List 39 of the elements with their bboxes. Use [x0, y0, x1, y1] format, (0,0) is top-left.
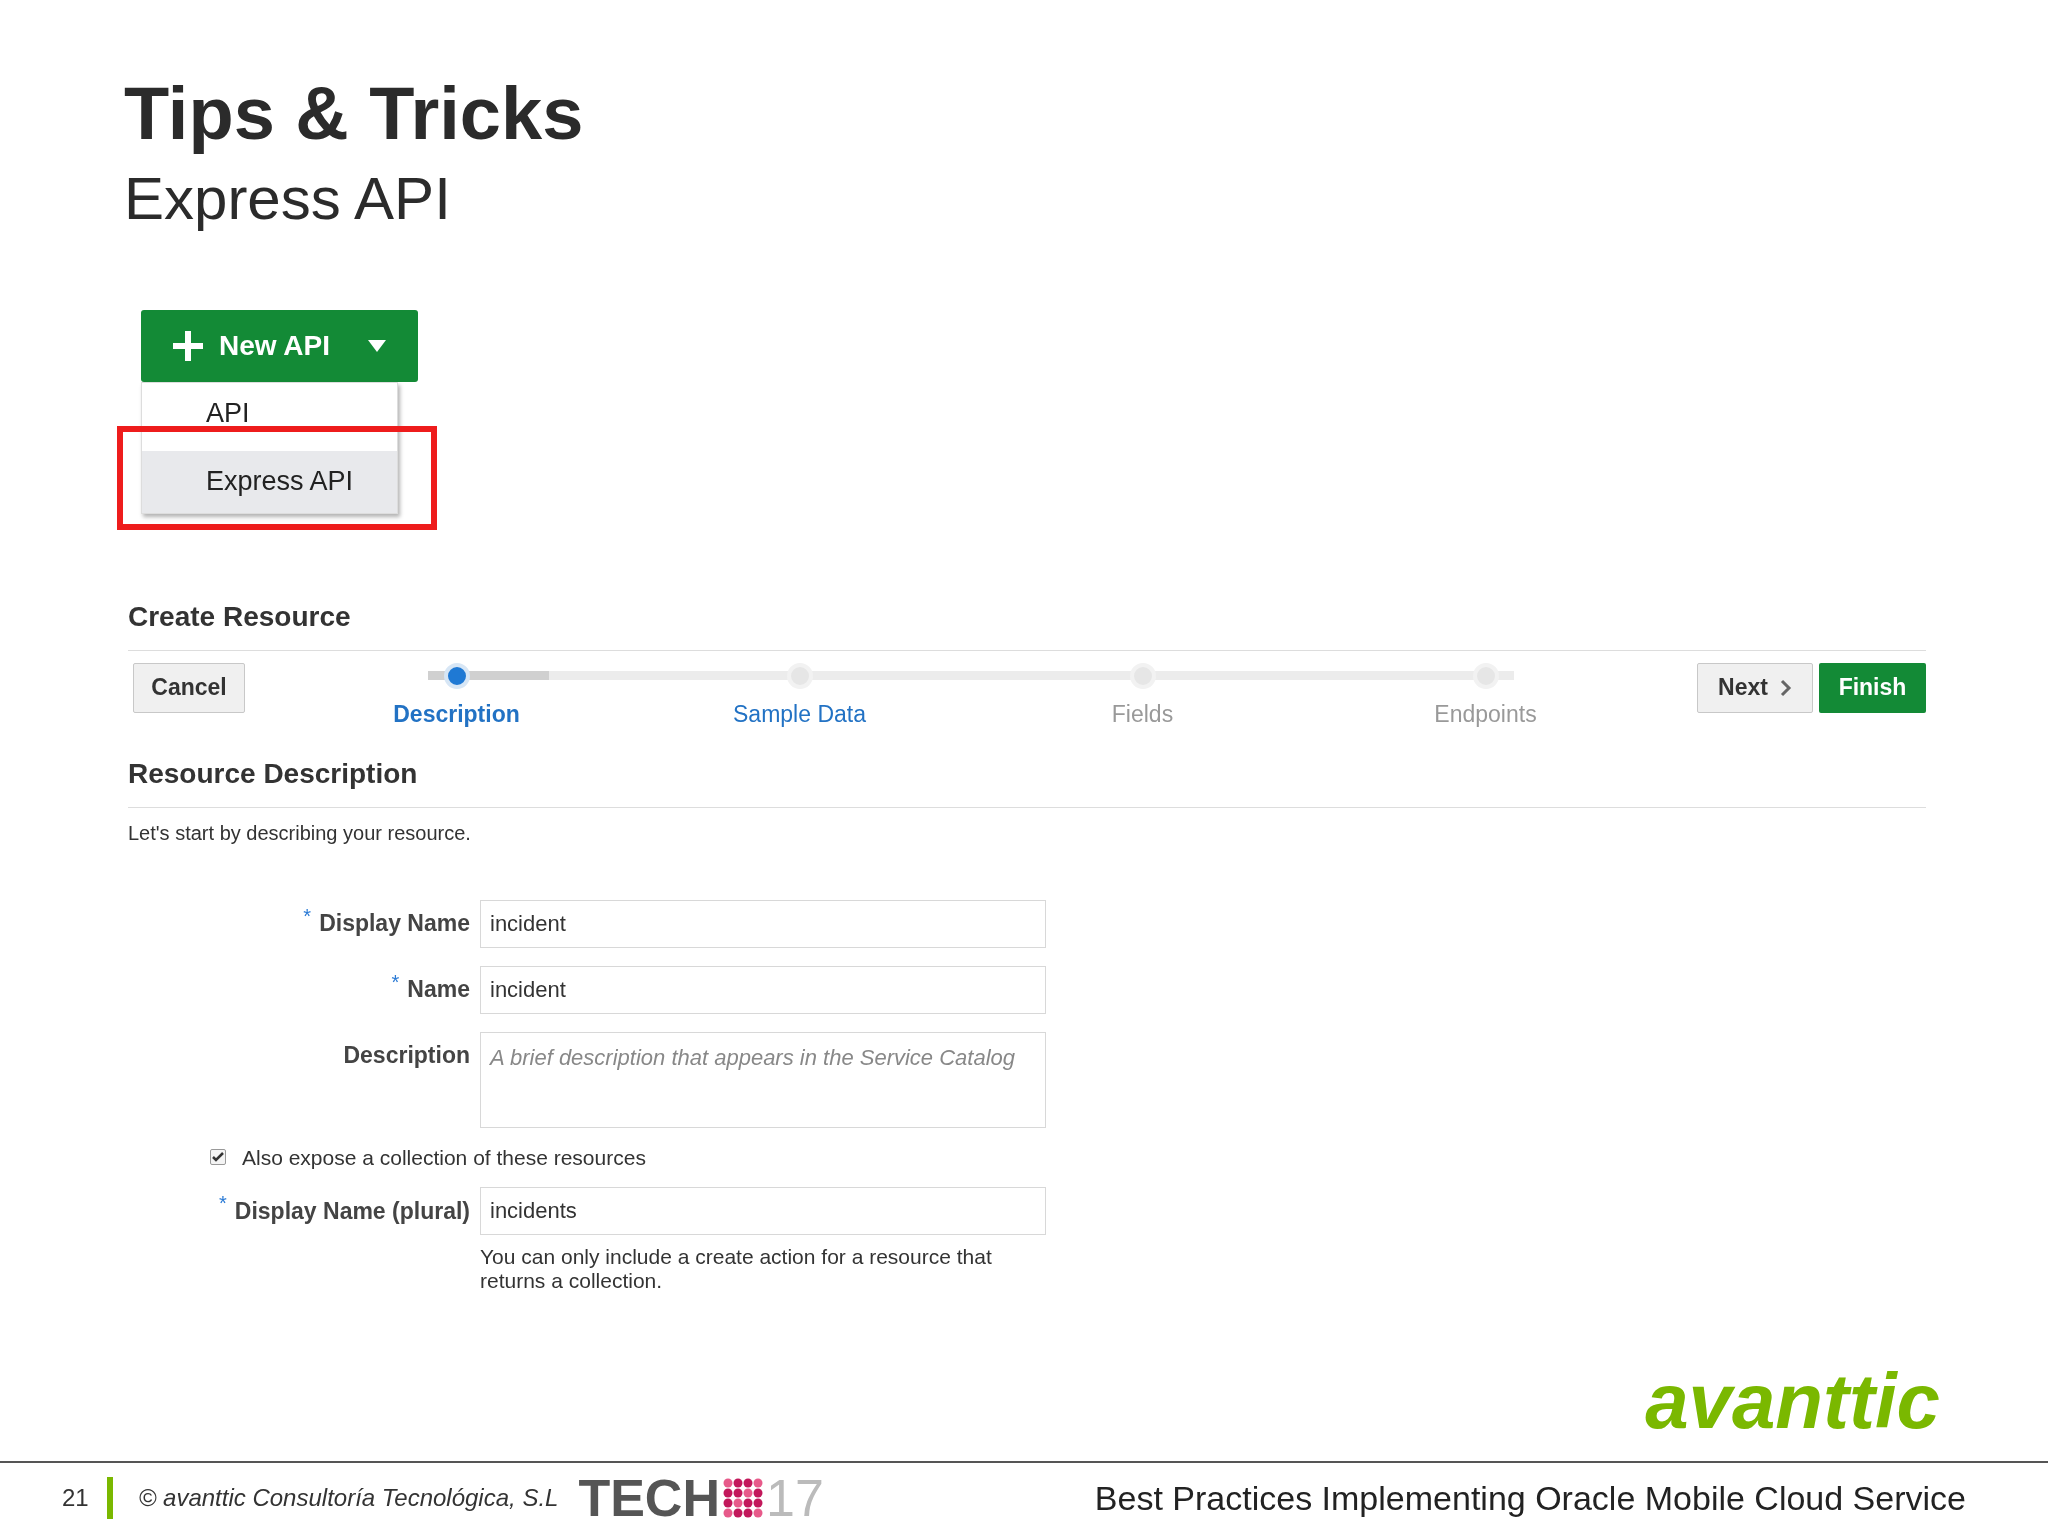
copyright-text: © avanttic Consultoría Tecnológica, S.L	[138, 1483, 559, 1513]
chevron-right-icon	[1779, 678, 1792, 697]
event-logo: 17	[765, 1472, 824, 1524]
checkmark-icon	[212, 1151, 224, 1164]
menu-item[interactable]: API	[142, 382, 397, 445]
plus-icon	[173, 330, 203, 361]
required-mark: *	[219, 1193, 227, 1213]
slide-subtitle: Express API	[124, 163, 451, 234]
collection-checkbox[interactable]	[210, 1149, 226, 1166]
field-label: Name	[407, 975, 470, 1005]
slide-title: Tips & Tricks	[124, 71, 584, 157]
intro-text: Let's start by describing your resource.	[128, 820, 471, 846]
required-mark: *	[303, 905, 312, 926]
dot-grid-icon	[721, 1477, 764, 1519]
event-logo: TECH	[578, 1472, 720, 1524]
text-field[interactable]: incident	[480, 899, 1046, 948]
field-label: Display Name (plural)	[234, 1196, 470, 1226]
description-field[interactable]: A brief description that appears in the Service Catalog	[480, 1031, 1046, 1128]
finish-button[interactable]: Finish	[1819, 662, 1926, 713]
step-label[interactable]: Description	[393, 696, 520, 731]
checkbox-label: Also expose a collection of these resources	[242, 1144, 646, 1171]
step-label[interactable]: Sample Data	[733, 696, 866, 731]
text-field[interactable]: incidents	[480, 1187, 1046, 1235]
brand-logo: avanttic	[1645, 1362, 1940, 1440]
next-button[interactable]: Next	[1697, 662, 1813, 713]
caret-icon	[368, 339, 386, 352]
page-number: 21	[62, 1483, 89, 1513]
section-title: Resource Description	[128, 752, 1926, 808]
field-label: Display Name	[319, 909, 470, 939]
help-text: You can only include a create action for a resource that returns a collection.	[480, 1245, 993, 1293]
section-title: Create Resource	[128, 595, 1926, 651]
presentation-title: Best Practices Implementing Oracle Mobile Cloud Service	[1094, 1477, 1966, 1519]
field-label: Description	[343, 1041, 470, 1071]
new-api-button[interactable]: New API	[141, 309, 418, 382]
required-mark: *	[391, 971, 400, 992]
cancel-button[interactable]: Cancel	[133, 662, 245, 713]
accent-bar	[106, 1477, 113, 1519]
text-field[interactable]: incident	[480, 965, 1046, 1014]
menu-item[interactable]: Express API	[142, 450, 397, 513]
